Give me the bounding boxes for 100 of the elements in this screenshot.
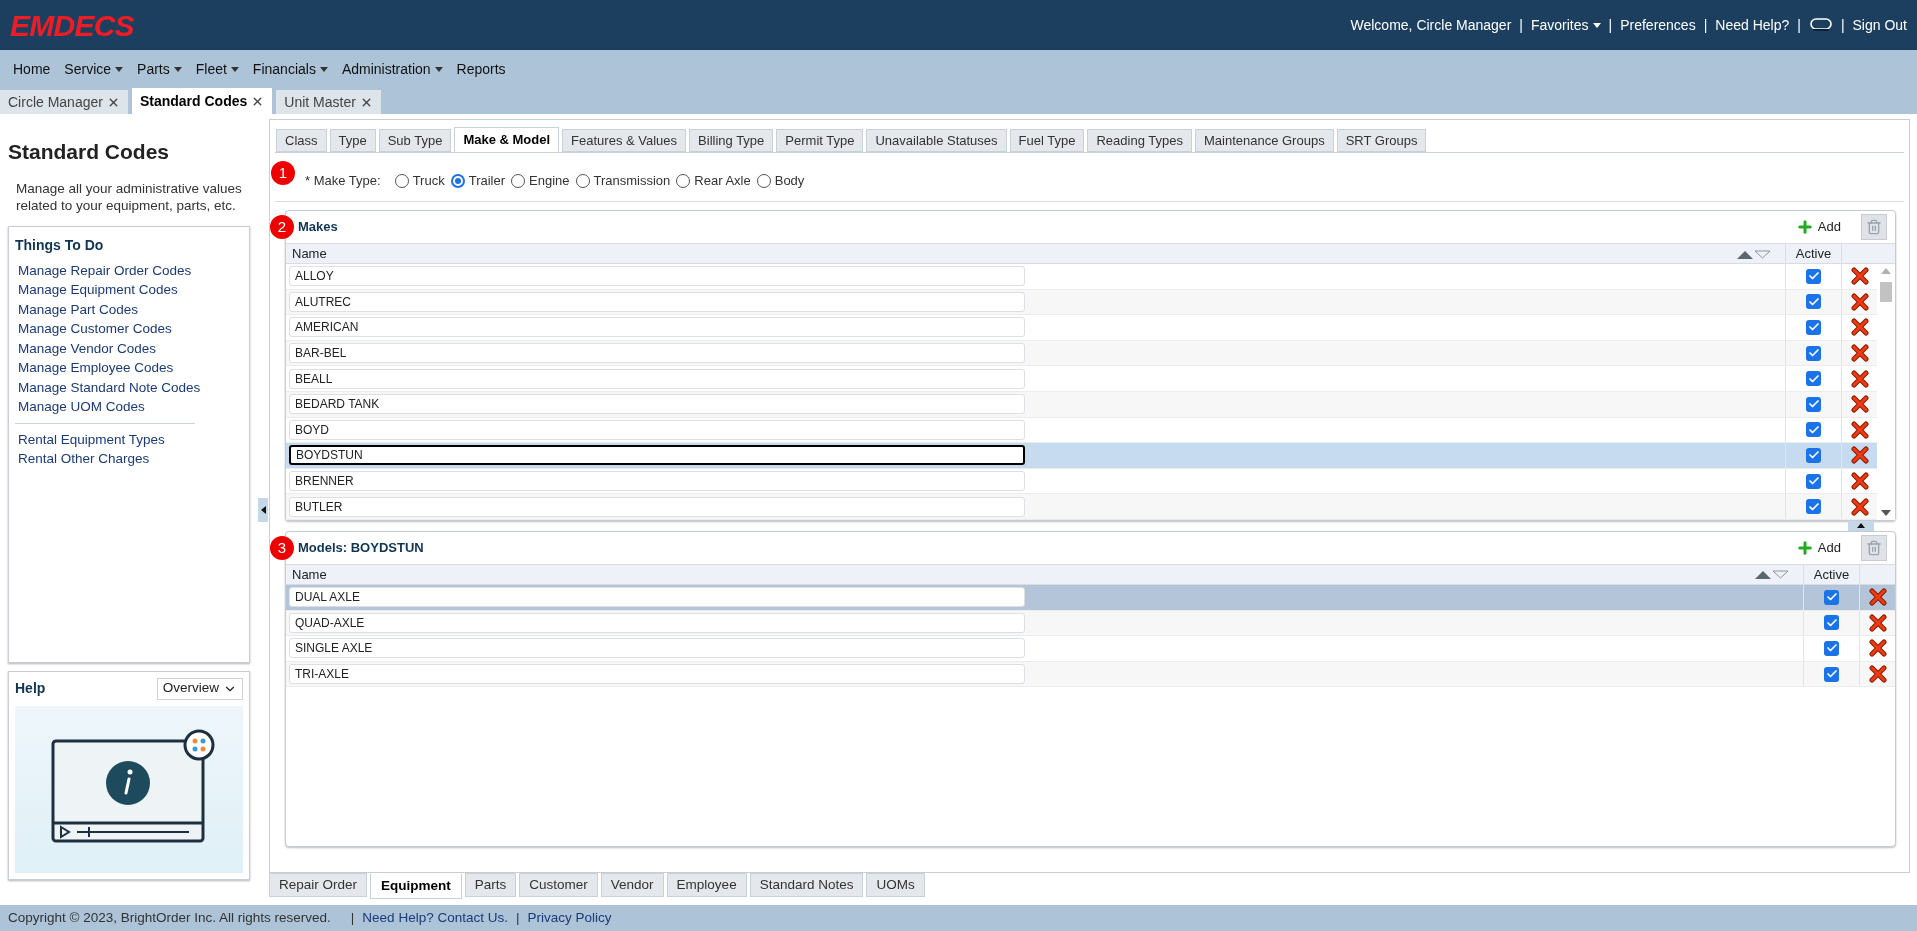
name-field[interactable]: BEALL (289, 368, 1025, 389)
tab[interactable]: Sub Type (378, 129, 452, 152)
table-row[interactable]: ALLOY (286, 264, 1877, 290)
name-field[interactable]: BAR-BEL (289, 343, 1025, 364)
table-row[interactable]: BEALL (286, 366, 1877, 392)
header-link[interactable]: Sign Out (1852, 14, 1907, 36)
sidebar-link[interactable]: Manage Vendor Codes (18, 338, 240, 358)
checkbox[interactable] (1806, 294, 1821, 310)
delete-icon[interactable] (1850, 318, 1869, 337)
menu-item[interactable]: Home (13, 58, 51, 80)
sort-icon[interactable] (1755, 569, 1789, 580)
radio-option[interactable]: Truck (394, 171, 445, 191)
table-row[interactable]: BAR-BEL (286, 340, 1877, 367)
name-field[interactable]: DUAL AXLE (289, 587, 1025, 608)
favorites-menu[interactable]: Favorites (1530, 14, 1601, 36)
table-row[interactable]: TRI-AXLE (286, 661, 1895, 688)
delete-icon[interactable] (1850, 497, 1869, 516)
name-field[interactable]: TRI-AXLE (289, 664, 1025, 684)
header-link[interactable]: Need Help? (1715, 14, 1790, 36)
checkbox[interactable] (1806, 320, 1821, 335)
sidebar-link[interactable]: Rental Equipment Types (18, 429, 192, 449)
name-field[interactable]: SINGLE AXLE (289, 638, 1025, 659)
sidebar-link[interactable]: Rental Other Charges (18, 449, 192, 469)
bottom-tab[interactable]: Customer (519, 873, 598, 897)
checkbox[interactable] (1824, 589, 1839, 605)
radio-option[interactable]: Transmission (575, 171, 671, 191)
delete-icon[interactable] (1868, 588, 1887, 607)
name-field[interactable]: ALUTREC (289, 291, 1025, 312)
table-row[interactable]: SINGLE AXLE (286, 636, 1895, 662)
tab[interactable]: Billing Type (689, 129, 774, 152)
bottom-tab[interactable]: Equipment (370, 873, 462, 899)
menu-item[interactable]: Fleet (195, 58, 239, 80)
table-row[interactable]: ALUTREC (286, 289, 1877, 316)
document-tab[interactable]: Circle Manager (0, 90, 128, 114)
checkbox[interactable] (1806, 268, 1821, 284)
tab[interactable]: Make & Model (454, 127, 560, 152)
delete-icon[interactable] (1850, 344, 1869, 363)
table-row[interactable]: BOYD (286, 417, 1877, 444)
tab[interactable]: Maintenance Groups (1194, 129, 1334, 152)
tab[interactable]: Unavailable Statuses (866, 129, 1007, 152)
radio-option[interactable]: Trailer (450, 171, 506, 191)
splitter-handle[interactable] (1848, 520, 1874, 531)
checkbox[interactable] (1806, 473, 1821, 489)
sidebar-link[interactable]: Manage UOM Codes (18, 397, 240, 417)
name-field[interactable]: BOYDSTUN (289, 445, 1025, 466)
tab[interactable]: Class (276, 129, 327, 152)
menu-item[interactable]: Financials (252, 58, 328, 80)
table-row[interactable]: BEDARD TANK (286, 391, 1877, 418)
sidebar-link[interactable]: Manage Employee Codes (18, 358, 240, 378)
bottom-tab[interactable]: UOMs (866, 873, 925, 897)
sidebar-link[interactable]: Manage Customer Codes (18, 319, 240, 339)
table-row[interactable]: DUAL AXLE (286, 584, 1895, 611)
help-dropdown[interactable]: Overview (156, 677, 243, 700)
checkbox[interactable] (1806, 422, 1821, 438)
checkbox[interactable] (1806, 371, 1821, 387)
add-button[interactable]: Add (1795, 538, 1841, 558)
checkbox[interactable] (1806, 345, 1821, 361)
tab[interactable]: Features & Values (562, 129, 687, 152)
name-field[interactable]: BRENNER (289, 471, 1025, 492)
sidebar-link[interactable]: Manage Equipment Codes (18, 280, 240, 300)
scrollbar[interactable] (1877, 264, 1895, 520)
table-row[interactable]: BOYDSTUN (286, 443, 1877, 469)
add-button[interactable]: Add (1795, 217, 1841, 237)
table-row[interactable]: BUTLER (286, 494, 1877, 520)
tab[interactable]: Reading Types (1087, 129, 1192, 152)
table-row[interactable]: BRENNER (286, 468, 1877, 495)
tab[interactable]: Type (329, 129, 376, 152)
bottom-tab[interactable]: Standard Notes (749, 873, 864, 897)
bottom-tab[interactable]: Vendor (600, 873, 664, 897)
radio-option[interactable]: Rear Axle (676, 171, 751, 191)
footer-link[interactable]: Need Help? Contact Us. (362, 907, 508, 929)
menu-item[interactable]: Parts (137, 58, 182, 80)
tab[interactable]: SRT Groups (1336, 129, 1427, 152)
delete-icon[interactable] (1868, 665, 1887, 683)
delete-icon[interactable] (1850, 292, 1869, 311)
table-row[interactable]: AMERICAN (286, 315, 1877, 341)
scroll-down-icon[interactable] (1881, 509, 1891, 516)
delete-icon[interactable] (1868, 613, 1887, 632)
checkbox[interactable] (1806, 499, 1821, 515)
chat-icon[interactable] (1808, 17, 1833, 33)
delete-icon[interactable] (1850, 420, 1869, 439)
name-field[interactable]: QUAD-AXLE (289, 612, 1025, 633)
sort-icon[interactable] (1737, 248, 1771, 259)
menu-item[interactable]: Reports (456, 58, 506, 80)
radio-option[interactable]: Body (756, 171, 805, 191)
tab[interactable]: Permit Type (776, 129, 864, 152)
name-field[interactable]: BOYD (289, 419, 1025, 440)
bottom-tab[interactable]: Parts (464, 873, 517, 897)
delete-icon[interactable] (1850, 267, 1869, 286)
collapse-handle[interactable] (258, 497, 268, 522)
name-field[interactable]: BUTLER (289, 496, 1025, 517)
checkbox[interactable] (1806, 396, 1821, 412)
name-field[interactable]: ALLOY (289, 266, 1025, 287)
name-field[interactable]: BEDARD TANK (289, 394, 1025, 415)
delete-icon[interactable] (1850, 472, 1869, 491)
menu-item[interactable]: Administration (341, 58, 443, 80)
footer-link[interactable]: Privacy Policy (527, 907, 612, 929)
help-video-card[interactable] (15, 705, 243, 873)
delete-icon[interactable] (1850, 446, 1869, 465)
table-row[interactable]: QUAD-AXLE (286, 610, 1895, 637)
